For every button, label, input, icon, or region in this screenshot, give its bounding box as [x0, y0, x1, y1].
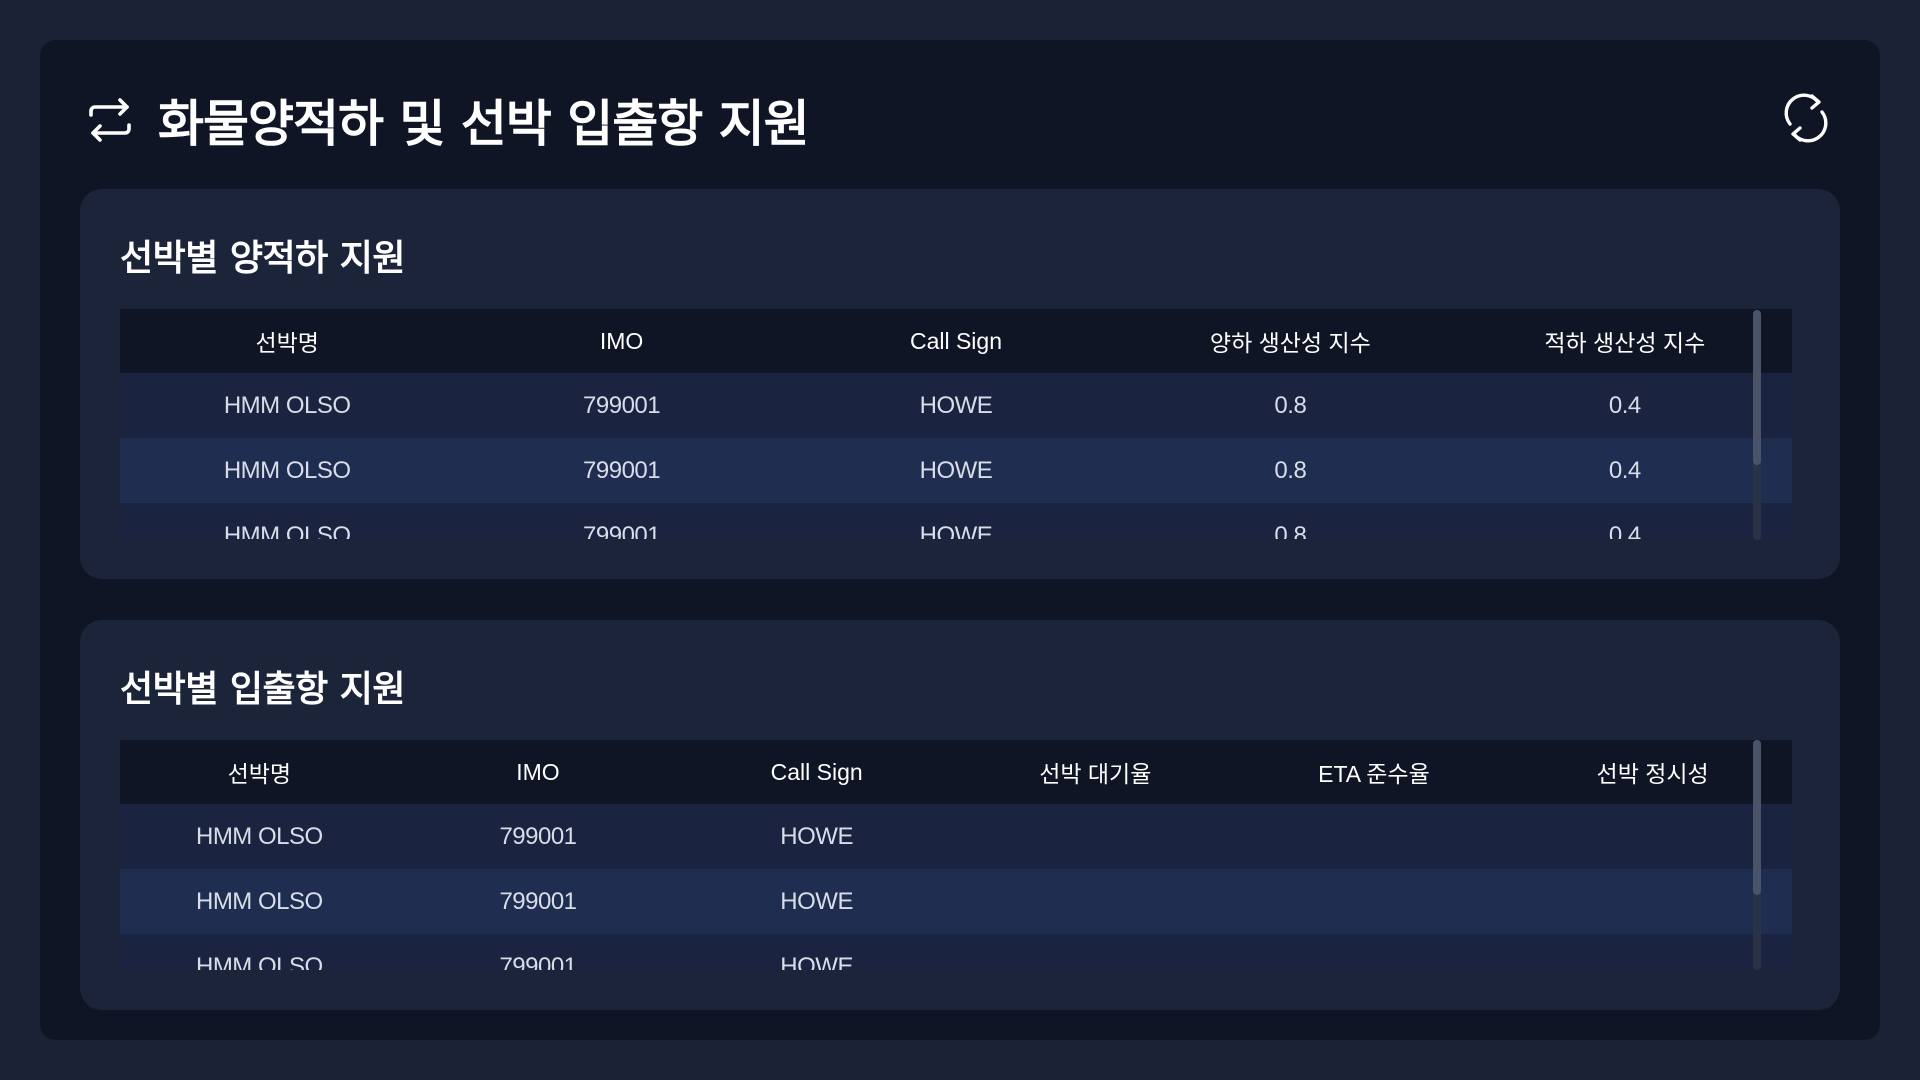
scrollbar-thumb[interactable] — [1753, 310, 1761, 465]
table-row[interactable]: HMM OLSO 799001 HOWE 0.8 0.4 — [120, 438, 1792, 503]
column-header: IMO — [599, 327, 644, 354]
table-cell: 0.8 — [1274, 391, 1307, 419]
table-row[interactable]: HMM OLSO 799001 HOWE — [120, 804, 1792, 869]
loading-section-title: 선박별 양적하 지원 — [120, 238, 406, 279]
table-row[interactable]: HMM OLSO 799001 HOWE — [120, 869, 1792, 934]
table-cell: HOWE — [780, 822, 853, 850]
refresh-button[interactable] — [1778, 92, 1834, 148]
table-header-row: 선박명 IMO Call Sign 양하 생산성 지수 적하 생산성 지수 — [120, 309, 1792, 373]
table-cell: 799001 — [499, 952, 577, 971]
table-row[interactable]: HMM OLSO 799001 HOWE — [120, 934, 1792, 970]
table-cell — [1235, 869, 1514, 934]
table-cell: HMM OLSO — [195, 822, 323, 850]
column-header: 선박명 — [255, 330, 319, 356]
column-header: 양하 생산성 지수 — [1209, 330, 1371, 356]
scrollbar-thumb[interactable] — [1753, 740, 1761, 895]
table-cell: 799001 — [583, 391, 661, 419]
table-cell: 0.8 — [1274, 521, 1307, 540]
column-header: 선박 대기율 — [1039, 761, 1152, 787]
table-cell: 0.4 — [1608, 391, 1641, 419]
table-cell: 0.4 — [1608, 521, 1641, 540]
table-cell: HOWE — [919, 456, 993, 484]
column-header: 선박 정시성 — [1596, 761, 1709, 787]
column-header: Call Sign — [909, 327, 1002, 354]
loading-support-card: 선박별 양적하 지원 선박명 IMO Call Sign 양하 생산성 지수 적… — [80, 189, 1840, 579]
table-cell: HOWE — [919, 521, 993, 540]
table-cell: 799001 — [499, 887, 577, 915]
table-cell: 799001 — [583, 521, 661, 540]
column-header: Call Sign — [770, 758, 863, 785]
table-cell — [956, 934, 1235, 970]
table-cell — [1513, 869, 1792, 934]
table-row[interactable]: HMM OLSO 799001 HOWE 0.8 0.4 — [120, 503, 1792, 539]
table-cell: 0.4 — [1608, 456, 1641, 484]
port-section-title: 선박별 입출항 지원 — [120, 669, 406, 710]
table-cell: HOWE — [780, 952, 853, 971]
table-header-row: 선박명 IMO Call Sign 선박 대기율 ETA 준수율 선박 정시성 — [120, 740, 1792, 804]
column-header: IMO — [516, 758, 560, 785]
loading-table-scrollbar[interactable] — [1753, 310, 1761, 540]
page-header: 화물양적하 및 선박 입출항 지원 — [86, 78, 1834, 162]
table-cell — [1235, 934, 1514, 970]
table-cell: 799001 — [583, 456, 661, 484]
column-header: 적하 생산성 지수 — [1544, 330, 1706, 356]
table-cell: HOWE — [919, 391, 993, 419]
column-header: ETA 준수율 — [1318, 761, 1430, 787]
port-table-scrollbar[interactable] — [1753, 740, 1761, 970]
table-cell — [1235, 804, 1514, 869]
table-cell: HMM OLSO — [195, 952, 323, 971]
table-cell — [956, 869, 1235, 934]
table-cell — [1513, 934, 1792, 970]
port-table: 선박명 IMO Call Sign 선박 대기율 ETA 준수율 선박 정시성 … — [120, 740, 1792, 970]
table-cell: HMM OLSO — [223, 391, 351, 419]
loading-table-container[interactable]: 선박명 IMO Call Sign 양하 생산성 지수 적하 생산성 지수 HM… — [120, 309, 1792, 539]
port-support-card: 선박별 입출항 지원 선박명 IMO Call Sign 선박 대기율 ETA … — [80, 620, 1840, 1010]
table-cell: HMM OLSO — [223, 521, 351, 540]
swap-arrows-icon — [86, 96, 134, 144]
table-cell: HMM OLSO — [195, 887, 323, 915]
table-cell: 0.8 — [1274, 456, 1307, 484]
refresh-icon — [1782, 92, 1830, 148]
table-cell — [1513, 804, 1792, 869]
table-cell: HMM OLSO — [223, 456, 351, 484]
port-table-container[interactable]: 선박명 IMO Call Sign 선박 대기율 ETA 준수율 선박 정시성 … — [120, 740, 1792, 970]
main-panel: 화물양적하 및 선박 입출항 지원 선박별 양적하 지원 선박명 IMO Cal… — [40, 40, 1880, 1040]
table-row[interactable]: HMM OLSO 799001 HOWE 0.8 0.4 — [120, 373, 1792, 438]
table-cell: HOWE — [780, 887, 853, 915]
column-header: 선박명 — [227, 761, 292, 787]
table-cell: 799001 — [499, 822, 577, 850]
loading-table: 선박명 IMO Call Sign 양하 생산성 지수 적하 생산성 지수 HM… — [120, 309, 1792, 539]
table-cell — [956, 804, 1235, 869]
page-title: 화물양적하 및 선박 입출항 지원 — [158, 95, 810, 153]
